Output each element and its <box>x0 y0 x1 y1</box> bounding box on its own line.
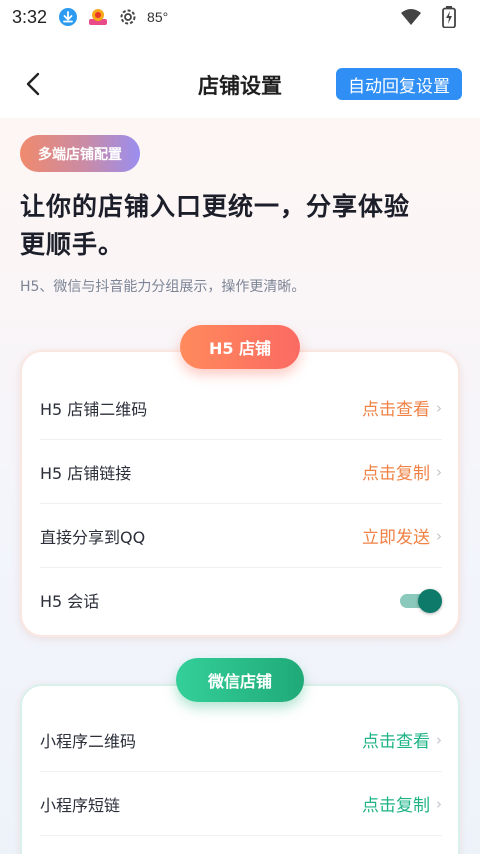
subline: H5、微信与抖音能力分组展示，操作更清晰。 <box>20 279 306 295</box>
row-label: H5 店铺链接 <box>40 463 132 483</box>
status-time: 3:32 <box>12 6 48 27</box>
screen: 3:32 85° 店铺设置 自动回复设置 多端店铺配置 让你的店铺入口更统一，分… <box>0 0 480 854</box>
h5-store-card: H5 店铺二维码 点击查看 › H5 店铺链接 点击复制 › 直接分享到QQ 立即发… <box>20 350 460 637</box>
chevron-right-icon: › <box>436 794 442 813</box>
view-action[interactable]: 点击查看 › <box>362 727 442 753</box>
row-label: H5 会话 <box>40 592 100 611</box>
chevron-right-icon: › <box>436 398 442 417</box>
copy-action[interactable]: 点击复制 › <box>362 459 442 485</box>
h5-chat-row: H5 会话 <box>40 568 442 632</box>
send-action[interactable]: 立即发送 › <box>362 523 442 549</box>
chevron-right-icon: › <box>436 730 442 749</box>
row-label: H5 店铺二维码 <box>40 399 148 419</box>
h5-link-row[interactable]: H5 店铺链接 点击复制 › <box>40 440 442 504</box>
row-label: 直接分享到QQ <box>40 527 146 547</box>
status-bar: 3:32 85° <box>0 0 480 34</box>
copy-action[interactable]: 点击复制 › <box>362 791 442 817</box>
wechat-store-card: 小程序二维码 点击查看 › 小程序短链 点击复制 › <box>20 684 460 854</box>
chevron-right-icon: › <box>436 526 442 545</box>
headline: 让你的店铺入口更统一，分享体验 更顺手。 <box>20 188 460 264</box>
toggle-knob <box>418 589 442 613</box>
mini-program-shortlink-row[interactable]: 小程序短链 点击复制 › <box>40 772 442 836</box>
mini-program-qrcode-row[interactable]: 小程序二维码 点击查看 › <box>40 708 442 772</box>
view-action[interactable]: 点击查看 › <box>362 395 442 421</box>
multi-platform-tag: 多端店铺配置 <box>20 135 140 172</box>
h5-chat-toggle[interactable] <box>400 589 442 613</box>
wifi-icon <box>400 6 422 28</box>
h5-section-badge: H5 店铺 <box>180 325 300 369</box>
auto-reply-settings-button[interactable]: 自动回复设置 <box>336 68 462 100</box>
app-notification-icon <box>87 6 109 28</box>
chevron-right-icon: › <box>436 462 442 481</box>
wechat-section-badge: 微信店铺 <box>176 658 304 702</box>
temperature-text: 85° <box>147 9 169 25</box>
h5-qrcode-row[interactable]: H5 店铺二维码 点击查看 › <box>40 376 442 440</box>
top-nav: 店铺设置 自动回复设置 <box>0 34 480 118</box>
headline-line-2: 更顺手。 <box>20 230 125 259</box>
gear-icon <box>117 6 139 28</box>
share-to-qq-row[interactable]: 直接分享到QQ 立即发送 › <box>40 504 442 568</box>
download-icon <box>57 6 79 28</box>
headline-line-1: 让你的店铺入口更统一，分享体验 <box>20 192 411 221</box>
battery-icon <box>438 6 460 28</box>
row-label: 小程序短链 <box>40 795 121 815</box>
row-label: 小程序二维码 <box>40 731 137 751</box>
